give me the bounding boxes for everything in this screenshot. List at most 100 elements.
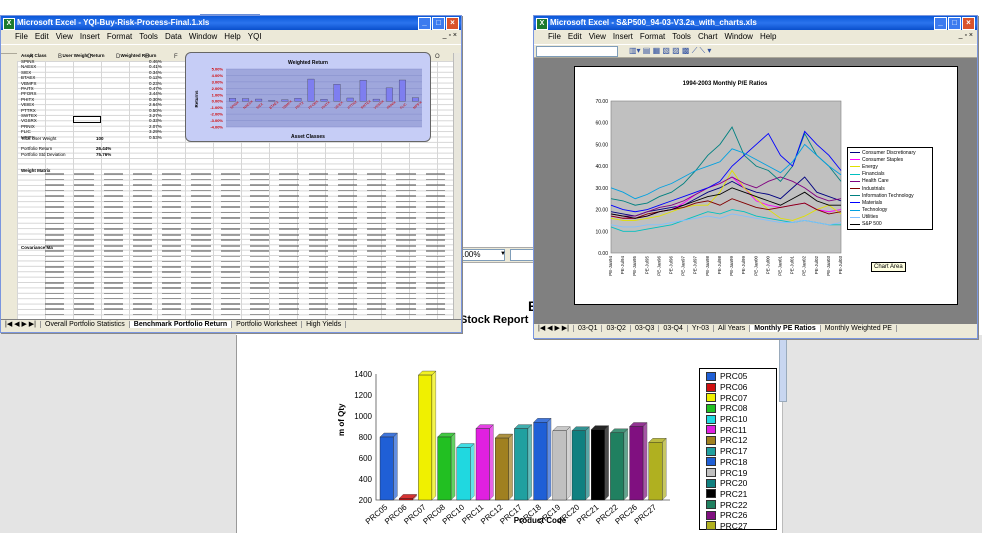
pe-xtick-label: PE-Jul01 [790,256,795,275]
menu-help[interactable]: Help [760,32,776,41]
sheet-tab[interactable]: Monthly Weighted PE [820,325,897,332]
asset-cell[interactable]: BTAEX [21,75,37,80]
column-header[interactable]: F [174,53,178,61]
sheet-tab[interactable]: Benchmark Portfolio Return [129,321,233,328]
matrix-cell [74,260,94,263]
matrix-cell [103,271,123,274]
summary-labels: Total User Weight Portfolio Return Portfol… [21,136,66,157]
asset-header-row: Asset Class User Weight Return Weighted … [21,53,157,58]
matrix-cell [132,303,153,305]
selected-cell[interactable] [73,116,101,123]
sheet-tab[interactable]: Yr-03 [687,325,715,332]
matrix-cell [308,250,328,252]
matrix-cell [425,292,445,295]
excel-window-sp500[interactable]: X Microsoft Excel - S&P500_94-03-V3.2a_w… [533,15,978,339]
sheet-tab[interactable]: Overall Portfolio Statistics [41,321,130,328]
matrix-cell [220,287,240,289]
menu-insert[interactable]: Insert [80,32,100,41]
matrix-cell [132,184,153,186]
menu-yqi[interactable]: YQI [248,32,262,41]
menu-chart[interactable]: Chart [698,32,718,41]
matrix-cell [250,297,270,300]
tab-scroll-arrows-icon[interactable]: |◀ ◀ ▶ ▶| [534,325,575,332]
menu-format[interactable]: Format [107,32,132,41]
menu-data[interactable]: Data [165,32,182,41]
title-bar-sp500[interactable]: X Microsoft Excel - S&P500_94-03-V3.2a_w… [534,16,977,30]
excel-window-risk[interactable]: X Microsoft Excel - YQI-Buy-Risk-Process… [0,15,462,333]
doc-controls-risk[interactable]: _ ▫ × [443,32,457,39]
menu-format[interactable]: Format [640,32,665,41]
return-cell[interactable]: 0.53% [149,135,162,140]
minimize-button[interactable]: _ [418,17,431,30]
sheet-tab[interactable]: 03-Q2 [602,325,631,332]
menu-edit[interactable]: Edit [568,32,582,41]
tab-scroll-arrows-icon[interactable]: |◀ ◀ ▶ ▶| [1,321,42,328]
matrix-cell [250,195,270,197]
legend-item: PRC07 [706,392,776,403]
matrix-cell [162,189,182,192]
sheet-tab[interactable]: Monthly PE Ratios [750,325,821,332]
title-bar-risk[interactable]: X Microsoft Excel - YQI-Buy-Risk-Process… [1,16,461,30]
matrix-cell [191,271,211,274]
chart-type-icon[interactable]: ▥▾ ▤ ▦ ▧ ▨ ▩ ⟋ ⟍ ▾ [629,46,711,56]
matrix-cell [337,287,358,289]
matrix-cell [308,206,328,208]
sheet-tab[interactable]: 03-Q4 [659,325,688,332]
chart-object-select[interactable] [536,46,618,57]
inner-bar [398,79,406,102]
close-button[interactable]: × [962,17,975,30]
matrix-cell [367,189,387,192]
inner-chart-title: Weighted Return [288,60,328,66]
matrix-cell [45,195,65,197]
menu-view[interactable]: View [56,32,73,41]
doc-controls-sp500[interactable]: _ ▫ × [959,32,973,39]
sheet-tab[interactable]: All Years [714,325,751,332]
report-input-box[interactable] [510,249,534,261]
menu-file[interactable]: File [15,32,28,41]
menu-file[interactable]: File [548,32,561,41]
sheet-tab[interactable]: High Yields [302,321,347,328]
report-scroll-thumb[interactable] [779,338,787,402]
close-button[interactable]: × [446,17,459,30]
matrix-cell [74,189,94,192]
pe-legend-label: Health Care [862,178,889,185]
matrix-cell [279,222,299,225]
menu-edit[interactable]: Edit [35,32,49,41]
matrix-cell [45,228,65,230]
minimize-button[interactable]: _ [934,17,947,30]
menu-tools[interactable]: Tools [139,32,158,41]
return-cell[interactable]: 0.12% [149,75,162,80]
matrix-cell [103,245,123,247]
maximize-button[interactable]: □ [948,17,961,30]
menu-insert[interactable]: Insert [613,32,633,41]
summary-value[interactable]: 100 [96,136,111,141]
menu-view[interactable]: View [589,32,606,41]
matrix-cell [279,303,299,305]
matrix-cell [279,297,299,300]
sheet-tab[interactable]: 03-Q1 [574,325,603,332]
zoom-select[interactable]: 100% [457,249,505,261]
return-cell[interactable]: 2.64% [149,102,162,107]
matrix-row [41,255,451,258]
menu-help[interactable]: Help [224,32,240,41]
column-header[interactable]: O [435,53,440,61]
menu-window[interactable]: Window [725,32,753,41]
vertical-scrollbar-risk[interactable] [453,53,461,319]
maximize-button[interactable]: □ [432,17,445,30]
return-cell[interactable]: 3.29% [149,129,162,134]
weighted-return-chart[interactable]: Weighted Return 5.00% 4.00% 3.00% 2.00% 1.00%… [185,52,431,142]
matrix-cell [396,206,416,208]
zoom-dropdown-arrow-icon[interactable]: ▼ [500,249,508,259]
matrix-cell [367,173,387,175]
sheet-tab[interactable]: Portfolio Worksheet [232,321,303,328]
matrix-cell [162,217,182,219]
summary-value[interactable]: 75.76% [96,152,111,157]
menu-tools[interactable]: Tools [672,32,691,41]
pe-legend-swatch [850,209,860,211]
sheet-tab[interactable]: 03-Q3 [630,325,660,332]
matrix-cell [367,297,387,300]
pe-xtick-label: PE-Jul02 [814,256,819,275]
matrix-cell [425,228,445,230]
pe-chart-area[interactable]: 1994-2003 Monthly P/E Ratios 70.00 60.00 50… [574,66,958,305]
menu-window[interactable]: Window [189,32,217,41]
